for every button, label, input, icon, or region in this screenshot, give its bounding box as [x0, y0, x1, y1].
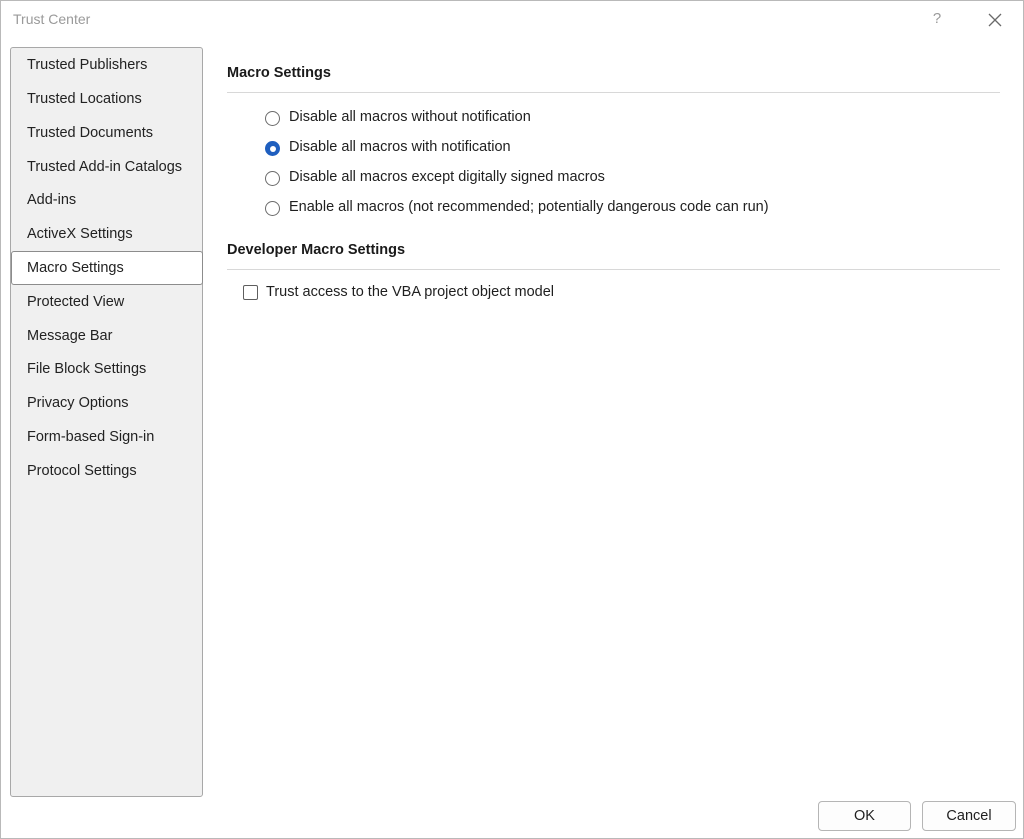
sidebar-item-add-ins[interactable]: Add-ins [11, 183, 202, 217]
macro-settings-heading: Macro Settings [227, 65, 331, 81]
radio-button[interactable] [265, 171, 280, 186]
sidebar-item-privacy-options[interactable]: Privacy Options [11, 386, 202, 420]
sidebar-item-protected-view[interactable]: Protected View [11, 285, 202, 319]
section-divider [227, 269, 1000, 270]
sidebar-item-activex-settings[interactable]: ActiveX Settings [11, 217, 202, 251]
sidebar-item-trusted-locations[interactable]: Trusted Locations [11, 82, 202, 116]
category-sidebar: Trusted Publishers Trusted Locations Tru… [10, 47, 203, 797]
sidebar-item-file-block-settings[interactable]: File Block Settings [11, 352, 202, 386]
sidebar-item-protocol-settings[interactable]: Protocol Settings [11, 454, 202, 488]
dialog-title: Trust Center [13, 11, 91, 27]
section-divider [227, 92, 1000, 93]
close-icon [988, 13, 1002, 27]
sidebar-item-macro-settings[interactable]: Macro Settings [11, 251, 203, 285]
close-button[interactable] [981, 7, 1009, 33]
radio-button[interactable] [265, 201, 280, 216]
radio-label: Disable all macros with notification [289, 139, 511, 155]
developer-macro-settings-heading: Developer Macro Settings [227, 242, 406, 258]
ok-button[interactable]: OK [818, 801, 911, 831]
radio-label: Disable all macros except digitally sign… [289, 169, 605, 185]
trust-center-dialog: Trust Center ? Trusted Publishers Truste… [0, 0, 1024, 839]
sidebar-item-trusted-documents[interactable]: Trusted Documents [11, 116, 202, 150]
sidebar-item-trusted-add-in-catalogs[interactable]: Trusted Add-in Catalogs [11, 150, 202, 184]
cancel-button[interactable]: Cancel [922, 801, 1016, 831]
help-button[interactable]: ? [925, 7, 949, 31]
sidebar-item-form-based-sign-in[interactable]: Form-based Sign-in [11, 420, 202, 454]
trust-vba-label: Trust access to the VBA project object m… [266, 284, 554, 300]
radio-button[interactable] [265, 111, 280, 126]
radio-label: Disable all macros without notification [289, 109, 531, 125]
sidebar-item-trusted-publishers[interactable]: Trusted Publishers [11, 48, 202, 82]
radio-label: Enable all macros (not recommended; pote… [289, 199, 769, 215]
sidebar-item-message-bar[interactable]: Message Bar [11, 319, 202, 353]
radio-button-checked[interactable] [265, 141, 280, 156]
title-bar: Trust Center ? [1, 1, 1023, 39]
trust-vba-checkbox[interactable] [243, 285, 258, 300]
